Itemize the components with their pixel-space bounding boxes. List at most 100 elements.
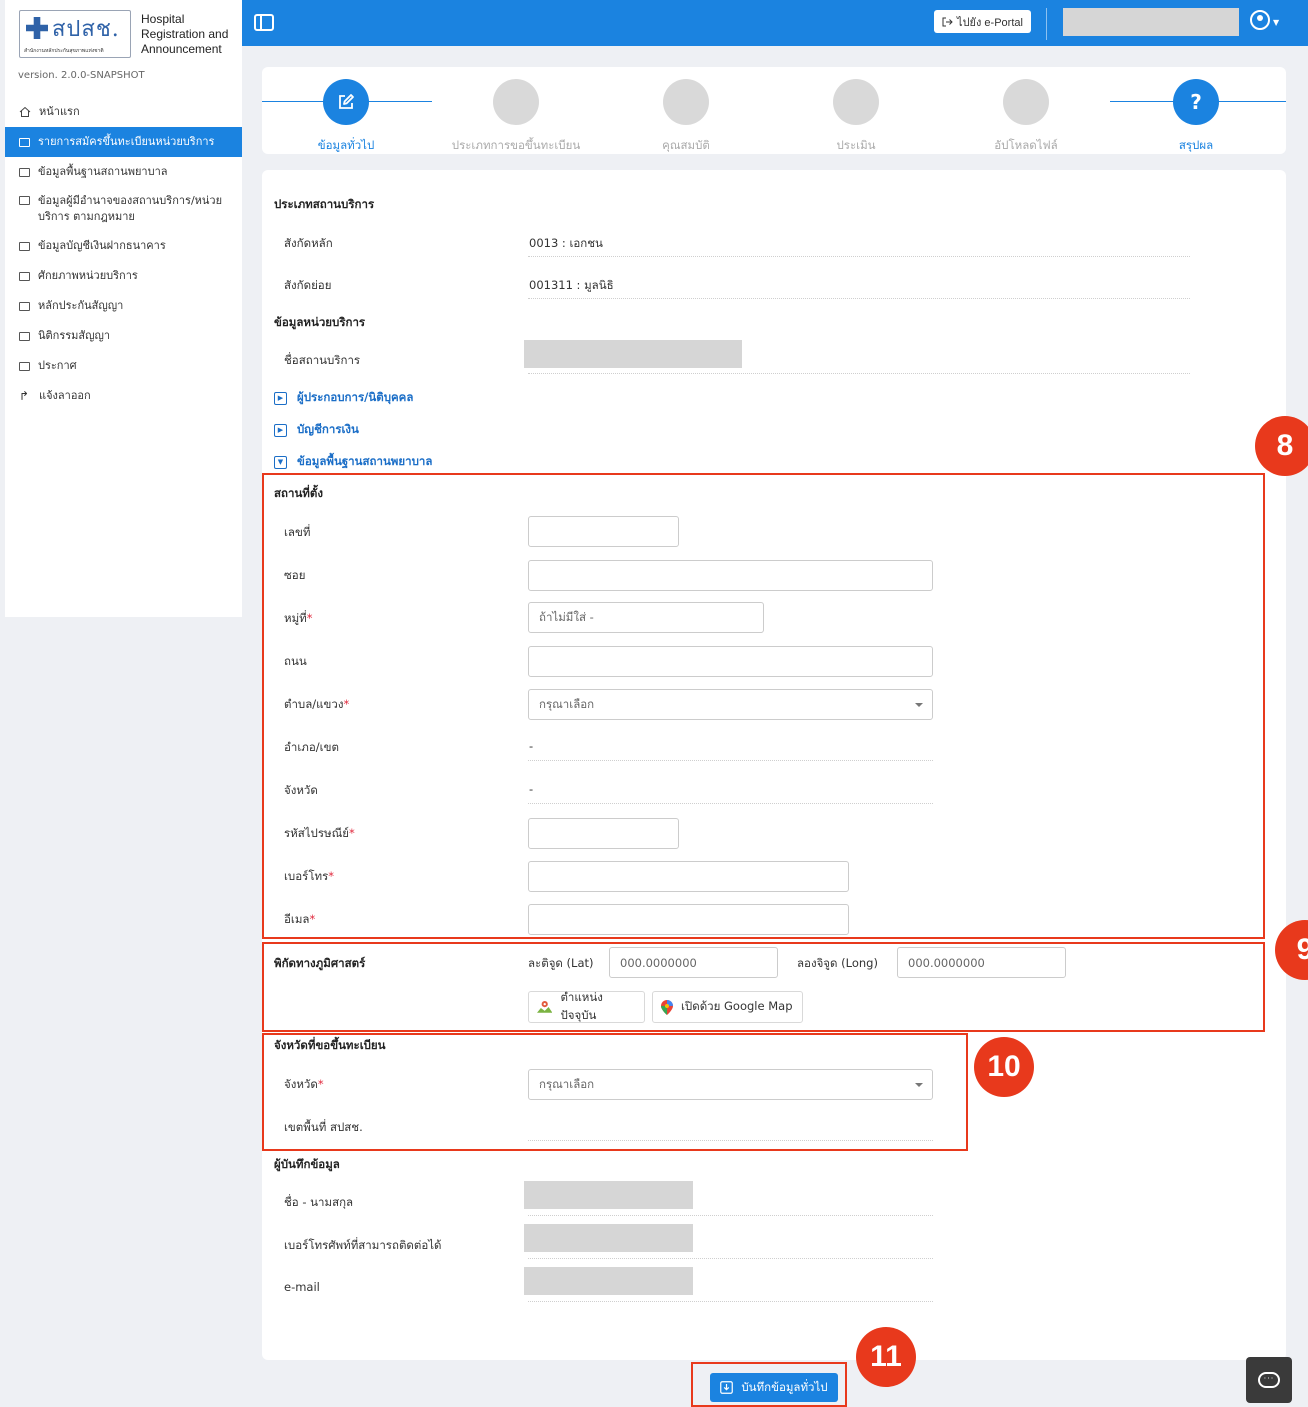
user-avatar-icon[interactable] — [1250, 10, 1270, 30]
step-circle — [663, 79, 709, 125]
topbar-divider — [1046, 8, 1047, 40]
sidebar-toggle-icon[interactable] — [254, 14, 274, 31]
edit-icon — [323, 79, 369, 125]
top-bar: ไปยัง e-Portal ▼ — [242, 0, 1308, 46]
sidebar-item-announcement[interactable]: ประกาศ — [5, 351, 242, 381]
home-icon — [19, 106, 31, 117]
field-label: e-mail — [284, 1280, 320, 1294]
field-divider — [528, 256, 1190, 257]
field-label: สังกัดหลัก — [284, 236, 333, 250]
sidebar-item-label: ข้อมูลผู้มีอำนาจของสถานบริการ/หน่วยบริกา… — [38, 194, 223, 223]
callout-badge: 8 — [1255, 416, 1308, 476]
callout-box-location — [262, 473, 1265, 939]
expander-label: ข้อมูลพื้นฐานสถานพยาบาล — [297, 454, 433, 468]
field-recorder-name: ชื่อ - นามสกุล — [284, 1181, 1188, 1216]
section-title-unit-info: ข้อมูลหน่วยบริการ — [274, 315, 366, 329]
e-portal-label: ไปยัง e-Portal — [957, 16, 1023, 29]
app-name-line: Hospital — [141, 12, 185, 26]
step-qualification[interactable]: คุณสมบัติ — [611, 79, 761, 155]
sidebar-item-label: หน้าแรก — [39, 105, 80, 118]
field-recorder-email: e-mail — [284, 1267, 1188, 1302]
step-label: ข้อมูลทั่วไป — [317, 138, 375, 152]
sidebar-item-registration-list[interactable]: รายการสมัครขึ้นทะเบียนหน่วยบริการ — [5, 127, 242, 157]
chat-icon: ··· — [1258, 1372, 1280, 1388]
sidebar-item-contract[interactable]: นิติกรรมสัญญา — [5, 321, 242, 351]
expander-operator[interactable]: ▶ ผู้ประกอบการ/นิติบุคคล — [274, 389, 413, 407]
step-circle — [833, 79, 879, 125]
sidebar-item-label: ข้อมูลพื้นฐานสถานพยาบาล — [38, 165, 168, 178]
sidebar-item-facility-info[interactable]: ข้อมูลพื้นฐานสถานพยาบาล — [5, 157, 242, 187]
sidebar-item-label: ข้อมูลบัญชีเงินฝากธนาคาร — [38, 239, 166, 252]
list-icon — [19, 301, 30, 311]
recorder-name-redacted — [524, 1181, 693, 1209]
expander-label: บัญชีการเงิน — [297, 422, 359, 436]
recorder-phone-redacted — [524, 1224, 693, 1252]
callout-box-reg-province — [262, 1033, 968, 1151]
step-label: อัปโหลดไฟล์ — [994, 138, 1058, 152]
sidebar-item-label: หลักประกันสัญญา — [38, 299, 124, 312]
sidebar-item-bank-account[interactable]: ข้อมูลบัญชีเงินฝากธนาคาร — [5, 231, 242, 261]
button-label: บันทึกข้อมูลทั่วไป — [741, 1379, 828, 1394]
logo-thai-text: สปสช. — [52, 17, 120, 42]
expander-label: ผู้ประกอบการ/นิติบุคคล — [297, 390, 414, 404]
sidebar-item-label: ศักยภาพหน่วยบริการ — [38, 269, 138, 282]
sidebar-item-home[interactable]: หน้าแรก — [5, 97, 242, 127]
step-summary[interactable]: ? สรุปผล — [1121, 79, 1271, 155]
recorder-email-redacted — [524, 1267, 693, 1295]
field-label: ชื่อสถานบริการ — [284, 353, 361, 367]
callout-box-geo — [262, 942, 1265, 1032]
facility-name-redacted — [524, 340, 742, 368]
chevron-down-icon[interactable]: ▼ — [1273, 18, 1279, 27]
exit-icon — [942, 17, 953, 26]
list-icon — [19, 137, 30, 147]
medical-cross-icon — [26, 17, 48, 39]
save-icon — [720, 1381, 734, 1394]
sidebar-nav: หน้าแรก รายการสมัครขึ้นทะเบียนหน่วยบริกา… — [5, 97, 242, 411]
field-label: สังกัดย่อย — [284, 278, 332, 292]
sidebar-item-capability[interactable]: ศักยภาพหน่วยบริการ — [5, 261, 242, 291]
step-upload[interactable]: อัปโหลดไฟล์ — [951, 79, 1101, 155]
field-divider — [528, 1215, 933, 1216]
expander-finance[interactable]: ▶ บัญชีการเงิน — [274, 421, 359, 439]
registration-stepper: ข้อมูลทั่วไป ประเภทการขอขึ้นทะเบียน คุณส… — [262, 67, 1286, 154]
step-label: ประเภทการขอขึ้นทะเบียน — [451, 138, 581, 152]
step-registration-type[interactable]: ประเภทการขอขึ้นทะเบียน — [441, 79, 591, 155]
app-name-line: Registration and — [141, 27, 229, 41]
sidebar-item-contract-guarantee[interactable]: หลักประกันสัญญา — [5, 291, 242, 321]
list-icon — [19, 167, 30, 177]
field-main-affiliation: สังกัดหลัก 0013 : เอกชน — [284, 236, 1190, 257]
nhso-logo: สปสช. สำนักงานหลักประกันสุขภาพแห่งชาติ — [19, 10, 131, 58]
step-assessment[interactable]: ประเมิน — [781, 79, 931, 155]
section-title-service-type: ประเภทสถานบริการ — [274, 197, 375, 211]
section-title-recorder: ผู้บันทึกข้อมูล — [274, 1157, 340, 1171]
chat-button[interactable]: ··· — [1246, 1357, 1292, 1403]
caret-down-icon: ▼ — [274, 455, 287, 469]
sidebar-item-authorized-persons[interactable]: ข้อมูลผู้มีอำนาจของสถานบริการ/หน่วยบริกา… — [5, 187, 242, 231]
e-portal-button[interactable]: ไปยัง e-Portal — [934, 10, 1031, 33]
step-circle — [493, 79, 539, 125]
caret-right-icon: ▶ — [274, 423, 287, 437]
sidebar-item-label: รายการสมัครขึ้นทะเบียนหน่วยบริการ — [38, 135, 215, 148]
logo-subtitle: สำนักงานหลักประกันสุขภาพแห่งชาติ — [24, 48, 104, 54]
field-divider — [528, 1258, 933, 1259]
sidebar-item-label: ประกาศ — [38, 359, 77, 372]
save-general-info-button[interactable]: บันทึกข้อมูลทั่วไป — [710, 1373, 838, 1402]
step-label: ประเมิน — [836, 138, 876, 152]
list-icon — [19, 241, 30, 251]
sidebar-item-resign[interactable]: ↱ แจ้งลาออก — [5, 381, 242, 411]
app-logo[interactable]: สปสช. สำนักงานหลักประกันสุขภาพแห่งชาติ H… — [19, 10, 239, 60]
field-divider — [528, 298, 1190, 299]
field-sub-affiliation: สังกัดย่อย 001311 : มูลนิธิ — [284, 278, 1190, 299]
step-label: สรุปผล — [1178, 138, 1214, 152]
list-icon — [19, 331, 30, 341]
step-general-info[interactable]: ข้อมูลทั่วไป — [271, 79, 421, 155]
list-icon — [19, 196, 30, 205]
logout-icon: ↱ — [19, 389, 30, 403]
expander-facility-basic[interactable]: ▼ ข้อมูลพื้นฐานสถานพยาบาล — [274, 453, 432, 471]
field-label: เบอร์โทรศัพท์ที่สามารถติดต่อได้ — [284, 1238, 442, 1252]
field-value: 0013 : เอกชน — [529, 236, 603, 250]
field-label: ชื่อ - นามสกุล — [284, 1195, 354, 1209]
sidebar: สปสช. สำนักงานหลักประกันสุขภาพแห่งชาติ H… — [5, 0, 242, 617]
caret-right-icon: ▶ — [274, 391, 287, 405]
app-version: version. 2.0.0-SNAPSHOT — [18, 70, 145, 81]
